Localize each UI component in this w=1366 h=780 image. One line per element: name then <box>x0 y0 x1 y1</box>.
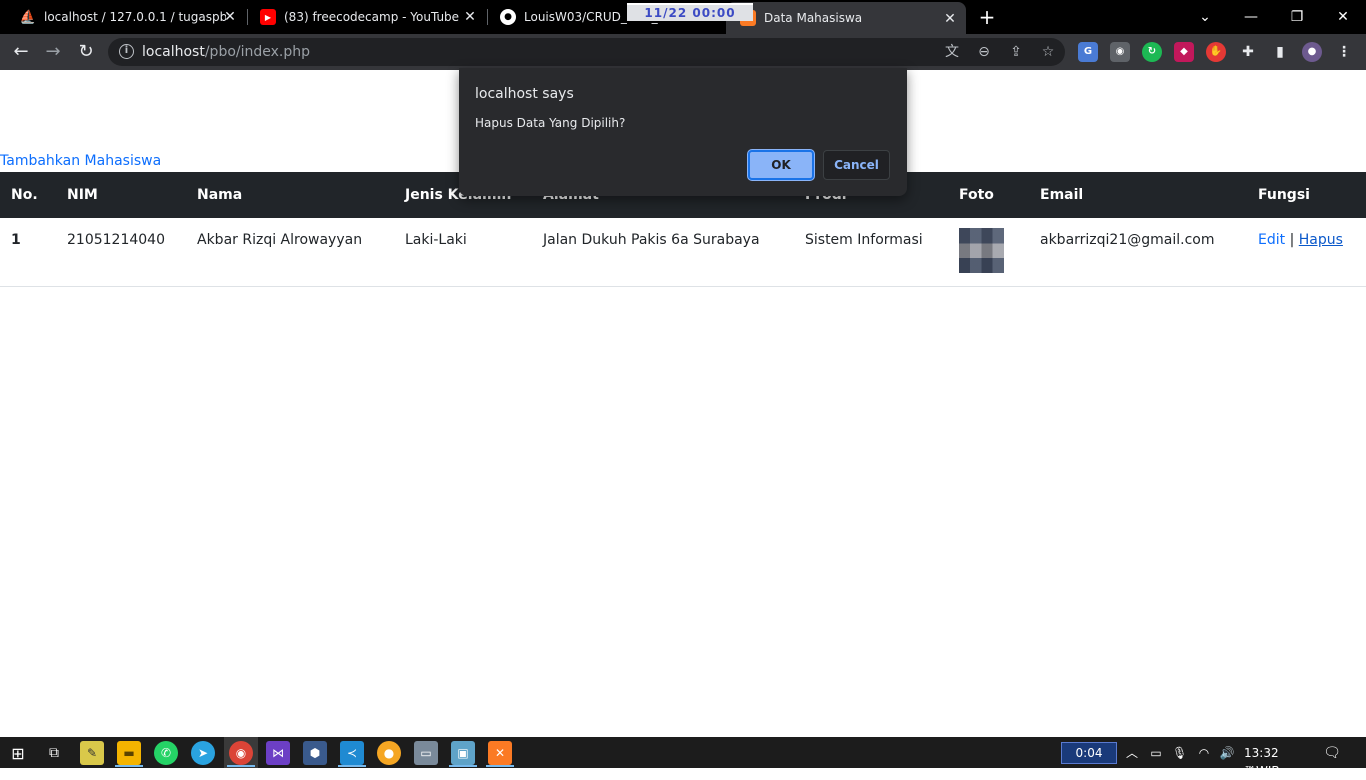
window-app-icon[interactable]: ▭ <box>414 741 438 765</box>
microphone-icon[interactable]: 🎙 <box>1172 744 1187 762</box>
profile-avatar[interactable]: ● <box>1302 42 1322 62</box>
cell-nim: 21051214040 <box>56 218 186 287</box>
col-header-email: Email <box>1029 172 1247 218</box>
tray-chevron-icon[interactable]: ︿ <box>1124 744 1140 762</box>
running-indicator <box>338 765 366 767</box>
col-header-nim: NIM <box>56 172 186 218</box>
telegram-icon[interactable]: ➤ <box>191 741 215 765</box>
tab-search-chevron-icon[interactable]: ⌄ <box>1182 0 1228 34</box>
github-icon: ● <box>500 9 516 25</box>
youtube-icon: ▶ <box>260 9 276 25</box>
add-mahasiswa-link[interactable]: Tambahkan Mahasiswa <box>0 153 161 169</box>
share-icon[interactable]: ⇪ <box>1007 43 1025 61</box>
chrome-icon[interactable]: ◉ <box>229 741 253 765</box>
confirm-dialog: localhost says Hapus Data Yang Dipilih? … <box>459 68 907 196</box>
time-overlay: 11/22 00:00 <box>627 3 753 21</box>
back-button[interactable]: ← <box>9 40 33 64</box>
cell-fungsi: Edit | Hapus <box>1247 218 1366 287</box>
cell-jenis-kelamin: Laki-Laki <box>394 218 532 287</box>
xampp-taskbar-icon[interactable]: ✕ <box>488 741 512 765</box>
address-bar[interactable]: i localhost/pbo/index.php 文 ⊖ ⇪ ☆ <box>108 38 1065 66</box>
running-indicator <box>227 765 255 767</box>
task-view-icon[interactable]: ⧉ <box>42 741 66 765</box>
bookmark-star-icon[interactable]: ☆ <box>1039 43 1057 61</box>
running-indicator <box>486 765 514 767</box>
cell-nama: Akbar Rizqi Alrowayyan <box>186 218 394 287</box>
windows-start-icon[interactable]: ⊞ <box>6 741 30 765</box>
cell-prodi: Sistem Informasi <box>794 218 948 287</box>
running-indicator <box>449 765 477 767</box>
col-header-nama: Nama <box>186 172 394 218</box>
url-text[interactable]: localhost/pbo/index.php <box>142 44 310 60</box>
notification-icon[interactable]: 🗨 <box>1322 744 1342 762</box>
close-tab-icon[interactable]: ✕ <box>462 9 478 25</box>
camera-extension-icon[interactable]: ◉ <box>1110 42 1130 62</box>
phpmyadmin-icon: ⛵ <box>19 9 37 25</box>
student-photo-thumbnail <box>959 228 1004 273</box>
tab-title: localhost / 127.0.0.1 / tugaspbo / <box>44 10 226 24</box>
cancel-button[interactable]: Cancel <box>823 150 890 180</box>
browser-toolbar: ← → ↻ i localhost/pbo/index.php 文 ⊖ ⇪ ☆ … <box>0 34 1366 70</box>
wifi-icon[interactable]: ◠ <box>1196 744 1212 762</box>
close-tab-icon[interactable]: ✕ <box>942 11 958 27</box>
side-panel-icon[interactable]: ▮ <box>1270 42 1290 62</box>
cell-email: akbarrizqi21@gmail.com <box>1029 218 1247 287</box>
vscode-icon[interactable]: ≺ <box>340 741 364 765</box>
dialog-message: Hapus Data Yang Dipilih? <box>475 116 626 130</box>
tab-youtube[interactable]: ▶ (83) freecodecamp - YouTube ✕ <box>246 0 486 34</box>
close-window-button[interactable]: ✕ <box>1320 0 1366 34</box>
adblock-extension-icon[interactable]: ✋ <box>1206 42 1226 62</box>
cell-alamat: Jalan Dukuh Pakis 6a Surabaya <box>532 218 794 287</box>
chrome-menu-icon[interactable]: ⋮ <box>1334 42 1354 62</box>
site-info-icon[interactable]: i <box>119 44 134 59</box>
tab-title: Data Mahasiswa <box>764 11 863 25</box>
hapus-link[interactable]: Hapus <box>1299 232 1343 248</box>
col-header-no: No. <box>0 172 56 218</box>
recorder-app-icon[interactable]: ● <box>377 741 401 765</box>
tab-data-mahasiswa[interactable]: ✕ Data Mahasiswa ✕ <box>726 2 966 34</box>
action-separator: | <box>1289 232 1295 248</box>
ok-button[interactable]: OK <box>748 150 814 180</box>
tab-title: (83) freecodecamp - YouTube <box>284 10 460 24</box>
forward-button[interactable]: → <box>41 40 65 64</box>
minimize-button[interactable]: — <box>1228 0 1274 34</box>
reload-button[interactable]: ↻ <box>74 40 98 64</box>
terminal-app-icon[interactable]: ▣ <box>451 741 475 765</box>
file-explorer-icon[interactable]: ▬ <box>117 741 141 765</box>
dialog-title: localhost says <box>475 86 574 102</box>
new-tab-button[interactable]: + <box>976 7 998 29</box>
cell-no: 1 <box>0 218 56 287</box>
tab-phpmyadmin[interactable]: ⛵ localhost / 127.0.0.1 / tugaspbo / ✕ <box>6 0 246 34</box>
green-extension-icon[interactable]: ↻ <box>1142 42 1162 62</box>
edit-link[interactable]: Edit <box>1258 232 1285 248</box>
table-row: 1 21051214040 Akbar Rizqi Alrowayyan Lak… <box>0 218 1366 287</box>
clock[interactable]: 13:32 ™WIB <box>1244 744 1308 778</box>
whatsapp-icon[interactable]: ✆ <box>154 741 178 765</box>
hexagon-app-icon[interactable]: ⬢ <box>303 741 327 765</box>
translate-icon[interactable]: 文 <box>943 43 961 61</box>
restore-button[interactable]: ❐ <box>1274 0 1320 34</box>
battery-icon[interactable]: ▭ <box>1146 744 1166 762</box>
close-tab-icon[interactable]: ✕ <box>222 9 238 25</box>
visual-studio-icon[interactable]: ⋈ <box>266 741 290 765</box>
google-translate-extension-icon[interactable]: G <box>1078 42 1098 62</box>
zoom-icon[interactable]: ⊖ <box>975 43 993 61</box>
col-header-fungsi: Fungsi <box>1247 172 1366 218</box>
red-extension-icon[interactable]: ◆ <box>1174 42 1194 62</box>
col-header-foto: Foto <box>948 172 1029 218</box>
recording-timer[interactable]: 0:04 <box>1061 742 1117 764</box>
volume-icon[interactable]: 🔊 <box>1218 744 1236 762</box>
running-indicator <box>115 765 143 767</box>
extensions-puzzle-icon[interactable]: ✚ <box>1238 42 1258 62</box>
cell-foto <box>948 218 1029 287</box>
notepad-icon[interactable]: ✎ <box>80 741 104 765</box>
